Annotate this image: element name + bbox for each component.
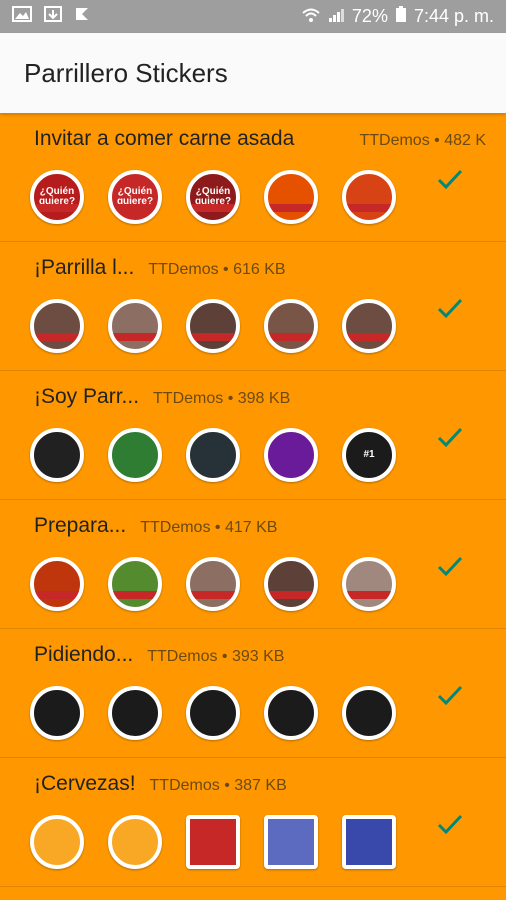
pack-name: ¡Parrilla l...	[34, 256, 135, 279]
sticker-ribbon	[268, 333, 314, 341]
sticker-ribbon	[112, 204, 158, 212]
download-notification-icon	[44, 6, 62, 27]
number-one-sticker-icon: #1	[342, 428, 396, 482]
app-notification-icon	[74, 6, 92, 27]
sticker-label: #1	[363, 449, 375, 460]
pack-header: ¡Parrilla l... TTDemos • 616 KB	[34, 256, 486, 280]
grill-badge-sticker-icon	[30, 428, 84, 482]
green-badge-sticker-icon	[342, 686, 396, 740]
steak-sticker-icon	[342, 299, 396, 353]
skewer-sticker-icon	[186, 557, 240, 611]
sticker-ribbon	[346, 333, 392, 341]
sticker-pack-list[interactable]: Invitar a comer carne asada TTDemos • 482…	[0, 113, 506, 900]
salsa-sticker-icon	[342, 557, 396, 611]
gallery-notification-icon	[12, 6, 32, 27]
beer-glass-sticker-icon	[186, 815, 240, 869]
pack-meta: TTDemos • 393 KB	[147, 648, 285, 665]
sticker-pack-row[interactable]: ¡Parrilla l... TTDemos • 616 KB	[0, 242, 506, 371]
app-bar: Parrillero Stickers	[0, 33, 506, 113]
quien-quiere-sticker-icon: ¿Quién quiere?	[108, 170, 162, 224]
steak-sticker-icon	[264, 299, 318, 353]
pack-header: ¡Cervezas! TTDemos • 387 KB	[34, 772, 486, 796]
sticker-ribbon	[346, 591, 392, 599]
sticker-pack-row[interactable]: Invitar a comer carne asada TTDemos • 482…	[0, 113, 506, 242]
pack-header: Pidiendo... TTDemos • 393 KB	[34, 643, 486, 667]
pack-header: Prepara... TTDemos • 417 KB	[34, 514, 486, 538]
guacamole-bowl-sticker-icon	[30, 686, 84, 740]
meat-cuts-sticker-icon	[264, 557, 318, 611]
grill-badge-sticker-icon	[264, 428, 318, 482]
sticker-ribbon	[34, 204, 80, 212]
pack-name: Prepara...	[34, 514, 127, 537]
beer-cap-sticker-icon	[30, 815, 84, 869]
added-check-icon[interactable]	[436, 552, 464, 580]
battery-percent: 72%	[351, 6, 388, 26]
signal-icon	[328, 6, 344, 27]
pack-name: ¡Cervezas!	[34, 772, 136, 795]
fire-meat-sticker-icon	[30, 557, 84, 611]
guacamole-bowl-sticker-icon	[186, 686, 240, 740]
sticker-ribbon	[268, 204, 314, 212]
added-check-icon[interactable]	[436, 165, 464, 193]
quien-quiere-sticker-icon: ¿Quién quiere?	[30, 170, 84, 224]
veggies-sticker-icon	[108, 557, 162, 611]
tacos-sticker-icon	[264, 170, 318, 224]
pack-meta: TTDemos • 417 KB	[140, 519, 278, 536]
sticker-ribbon	[34, 591, 80, 599]
sticker-ribbon	[268, 591, 314, 599]
added-check-icon[interactable]	[436, 294, 464, 322]
steak-sticker-icon	[30, 299, 84, 353]
sticker-preview-row	[30, 557, 396, 611]
pack-name: Invitar a comer carne asada	[34, 127, 295, 150]
sticker-ribbon	[346, 204, 392, 212]
al-pastor-sticker-icon	[342, 170, 396, 224]
beer-bottles-sticker-icon	[264, 815, 318, 869]
pack-meta: TTDemos • 616 KB	[148, 261, 286, 278]
pack-meta: TTDemos • 398 KB	[153, 390, 291, 407]
pack-meta: TTDemos • 387 KB	[149, 777, 287, 794]
sticker-ribbon	[190, 333, 236, 341]
steak-sticker-icon	[108, 299, 162, 353]
beer-mug-sticker-icon	[342, 815, 396, 869]
pack-name: ¡Soy Parr...	[34, 385, 140, 408]
sticker-ribbon	[190, 591, 236, 599]
sticker-ribbon	[34, 333, 80, 341]
sticker-pack-row[interactable]: Pidiendo... TTDemos • 393 KB	[0, 629, 506, 758]
sticker-preview-row: #1	[30, 428, 396, 482]
added-check-icon[interactable]	[436, 810, 464, 838]
sticker-preview-row: ¿Quién quiere? ¿Quién quiere? ¿Quién quier…	[30, 170, 396, 224]
app-title: Parrillero Stickers	[24, 57, 228, 88]
sticker-ribbon	[190, 204, 236, 212]
pack-header: ¡Soy Parr... TTDemos • 398 KB	[34, 385, 486, 409]
sticker-preview-row	[30, 686, 396, 740]
clock: 7:44 p. m.	[413, 6, 494, 26]
beer-badge-sticker-icon	[108, 815, 162, 869]
sticker-pack-row[interactable]: ¡Cervezas! TTDemos • 387 KB	[0, 758, 506, 887]
beans-bowl-sticker-icon	[264, 686, 318, 740]
quien-quiere-sticker-icon: ¿Quién quiere?	[186, 170, 240, 224]
steak-sticker-icon	[186, 299, 240, 353]
added-check-icon[interactable]	[436, 681, 464, 709]
sticker-pack-row[interactable]: Prepara... TTDemos • 417 KB	[0, 500, 506, 629]
battery-icon	[395, 6, 406, 27]
sticker-ribbon	[112, 591, 158, 599]
pack-header: Invitar a comer carne asada TTDemos • 482…	[34, 127, 486, 151]
salsa-bowl-sticker-icon	[108, 686, 162, 740]
sticker-preview-row	[30, 815, 396, 869]
sticker-pack-row[interactable]: ¡Soy Parr... TTDemos • 398 KB #1	[0, 371, 506, 500]
pack-meta: TTDemos • 482 K	[359, 132, 486, 149]
grill-badge-sticker-icon	[108, 428, 162, 482]
wifi-icon	[302, 6, 320, 27]
status-bar: 72% 7:44 p. m.	[0, 0, 506, 33]
pack-name: Pidiendo...	[34, 643, 134, 666]
grill-badge-sticker-icon	[186, 428, 240, 482]
sticker-ribbon	[112, 333, 158, 341]
sticker-preview-row	[30, 299, 396, 353]
added-check-icon[interactable]	[436, 423, 464, 451]
